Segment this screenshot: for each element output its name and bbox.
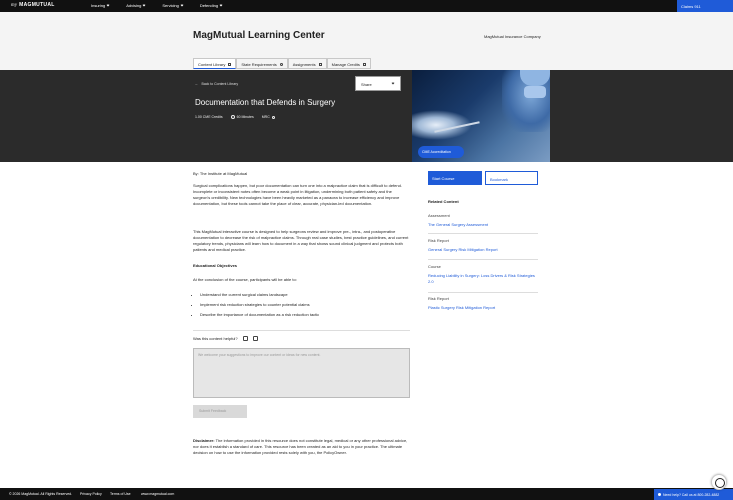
privacy-policy-link[interactable]: Privacy Policy [80, 492, 102, 496]
tab-label: State Requirements [241, 62, 277, 67]
objectives-list: Understand the current surgical claims l… [193, 290, 403, 320]
terms-of-use-link[interactable]: Terms of Use [110, 492, 131, 496]
related-type: Risk Report [428, 238, 449, 243]
mrc-label: MRC [261, 115, 270, 119]
top-navigation: my MAGMUTUAL Insuring Advising Servicing… [0, 0, 733, 12]
related-type: Risk Report [428, 296, 449, 301]
back-label: Back to Content Library [201, 82, 239, 86]
related-content-heading: Related Content [428, 199, 459, 204]
related-link[interactable]: Plastic Surgery Risk Mitigation Report [428, 305, 538, 311]
chevron-down-icon [180, 3, 184, 7]
assignments-icon [318, 62, 322, 66]
nav-item-insuring[interactable]: Insuring [91, 3, 110, 8]
course-description: This MagMutual interactive course is des… [193, 229, 409, 252]
course-title: Documentation that Defends in Surgery [195, 98, 336, 107]
related-item: Risk Report Plastic Surgery Risk Mitigat… [428, 296, 538, 311]
list-item: Understand the current surgical claims l… [200, 290, 403, 300]
arrow-left-icon: ← [195, 82, 199, 86]
course-mrc: MRC [262, 115, 275, 119]
learning-center-tabs: Content Library State Requirements Assig… [193, 58, 371, 69]
helpful-rating: Was this content helpful? [193, 336, 258, 341]
tab-label: Content Library [198, 62, 226, 67]
duration-label: 60 Minutes [236, 115, 254, 119]
nav-item-label: Advising [126, 3, 142, 8]
related-link[interactable]: General Surgery Risk Mitigation Report [428, 247, 538, 253]
divider [428, 292, 538, 293]
tab-label: Manage Credits [331, 62, 360, 67]
related-link[interactable]: Reducing Liability in Surgery: Loss Driv… [428, 273, 538, 285]
company-name: MagMutual Insurance Company [484, 34, 541, 39]
disclaimer-label: Disclaimer: [193, 438, 215, 443]
clock-icon [230, 115, 235, 119]
main-nav: Insuring Advising Servicing Defending [91, 3, 239, 8]
feedback-textarea[interactable]: We welcome your suggestions to improve o… [193, 348, 410, 398]
location-pin-icon [279, 62, 283, 66]
magmutual-logo[interactable]: my MAGMUTUAL [11, 2, 55, 8]
surgical-mask [524, 86, 546, 98]
related-type: Course [428, 264, 441, 269]
submit-feedback-button[interactable]: Submit Feedback [193, 405, 247, 418]
objectives-heading: Educational Objectives [193, 263, 238, 268]
course-meta: 1.00 CME Credits 60 Minutes MRC [195, 115, 275, 119]
start-course-button[interactable]: Start Course [428, 171, 482, 185]
share-label: Share [361, 82, 372, 87]
related-type: Assessment [428, 213, 450, 218]
thumbs-down-icon[interactable] [252, 336, 258, 341]
byline: By: The Institute at MagMutual [193, 171, 248, 176]
nav-item-label: Servicing [162, 3, 179, 8]
page-title: MagMutual Learning Center [193, 30, 325, 41]
tab-label: Assignments [292, 62, 316, 67]
website-link[interactable]: www.magmutual.com [141, 492, 174, 496]
course-duration: 60 Minutes [230, 115, 254, 119]
intro-paragraph: Surgical complications happen, but poor … [193, 183, 402, 206]
logo-prefix: my [11, 3, 18, 8]
helpful-label: Was this content helpful? [193, 336, 238, 341]
chevron-down-icon [391, 81, 395, 85]
back-to-content-library-link[interactable]: ← Back to Content Library [195, 82, 238, 86]
help-phone-bar[interactable]: Need help? Call us at 800-282-4882 [654, 489, 733, 500]
course-credits: 1.00 CME Credits [195, 115, 223, 119]
credits-icon [362, 62, 366, 66]
help-label: Need help? Call us at 800-282-4882 [663, 493, 720, 497]
nav-item-defending[interactable]: Defending [199, 3, 223, 8]
chat-icon [715, 478, 725, 488]
list-item: Implement risk reduction strategies to c… [200, 300, 403, 310]
nav-item-label: Insuring [91, 3, 106, 8]
tab-assignments[interactable]: Assignments [287, 58, 327, 69]
page-header: MagMutual Learning Center MagMutual Insu… [0, 12, 733, 70]
related-item: Risk Report General Surgery Risk Mitigat… [428, 238, 538, 253]
site-footer: © 2026 MagMutual. All Rights Reserved. P… [0, 488, 733, 500]
chat-button[interactable] [711, 474, 727, 490]
tab-manage-credits[interactable]: Manage Credits [326, 58, 371, 69]
disclaimer: Disclaimer: The information provided in … [193, 438, 410, 456]
thumbs-up-icon[interactable] [242, 336, 248, 341]
related-item: Course Reducing Liability in Surgery: Lo… [428, 264, 538, 285]
claims-911-button[interactable]: Claims 911 [677, 0, 733, 12]
copyright-text: © 2026 MagMutual. All Rights Reserved. [9, 492, 73, 496]
cme-accreditation-button[interactable]: CME Accreditation [418, 146, 464, 158]
chevron-down-icon [219, 3, 223, 7]
bookmark-button[interactable]: Bookmark [485, 171, 538, 185]
divider [428, 233, 538, 234]
divider [428, 259, 538, 260]
info-icon[interactable] [271, 115, 275, 119]
objectives-intro: At the conclusion of the course, partici… [193, 277, 297, 282]
chevron-down-icon [106, 3, 110, 7]
related-item: Assessment The General Surgery Assessmen… [428, 213, 538, 228]
divider [193, 330, 410, 331]
phone-icon [658, 493, 661, 496]
disclaimer-text: The information provided in this resourc… [193, 438, 408, 455]
logo-brand: MAGMUTUAL [19, 2, 55, 8]
nav-item-label: Defending [199, 3, 219, 8]
library-icon [228, 62, 232, 66]
related-link[interactable]: The General Surgery Assessment [428, 222, 538, 228]
chevron-down-icon [142, 3, 146, 7]
nav-item-advising[interactable]: Advising [126, 3, 146, 8]
share-dropdown[interactable]: Share [355, 76, 401, 91]
tab-state-requirements[interactable]: State Requirements [236, 58, 288, 69]
list-item: Describe the importance of documentation… [200, 310, 403, 320]
tab-content-library[interactable]: Content Library [193, 58, 237, 69]
nav-item-servicing[interactable]: Servicing [162, 3, 184, 8]
